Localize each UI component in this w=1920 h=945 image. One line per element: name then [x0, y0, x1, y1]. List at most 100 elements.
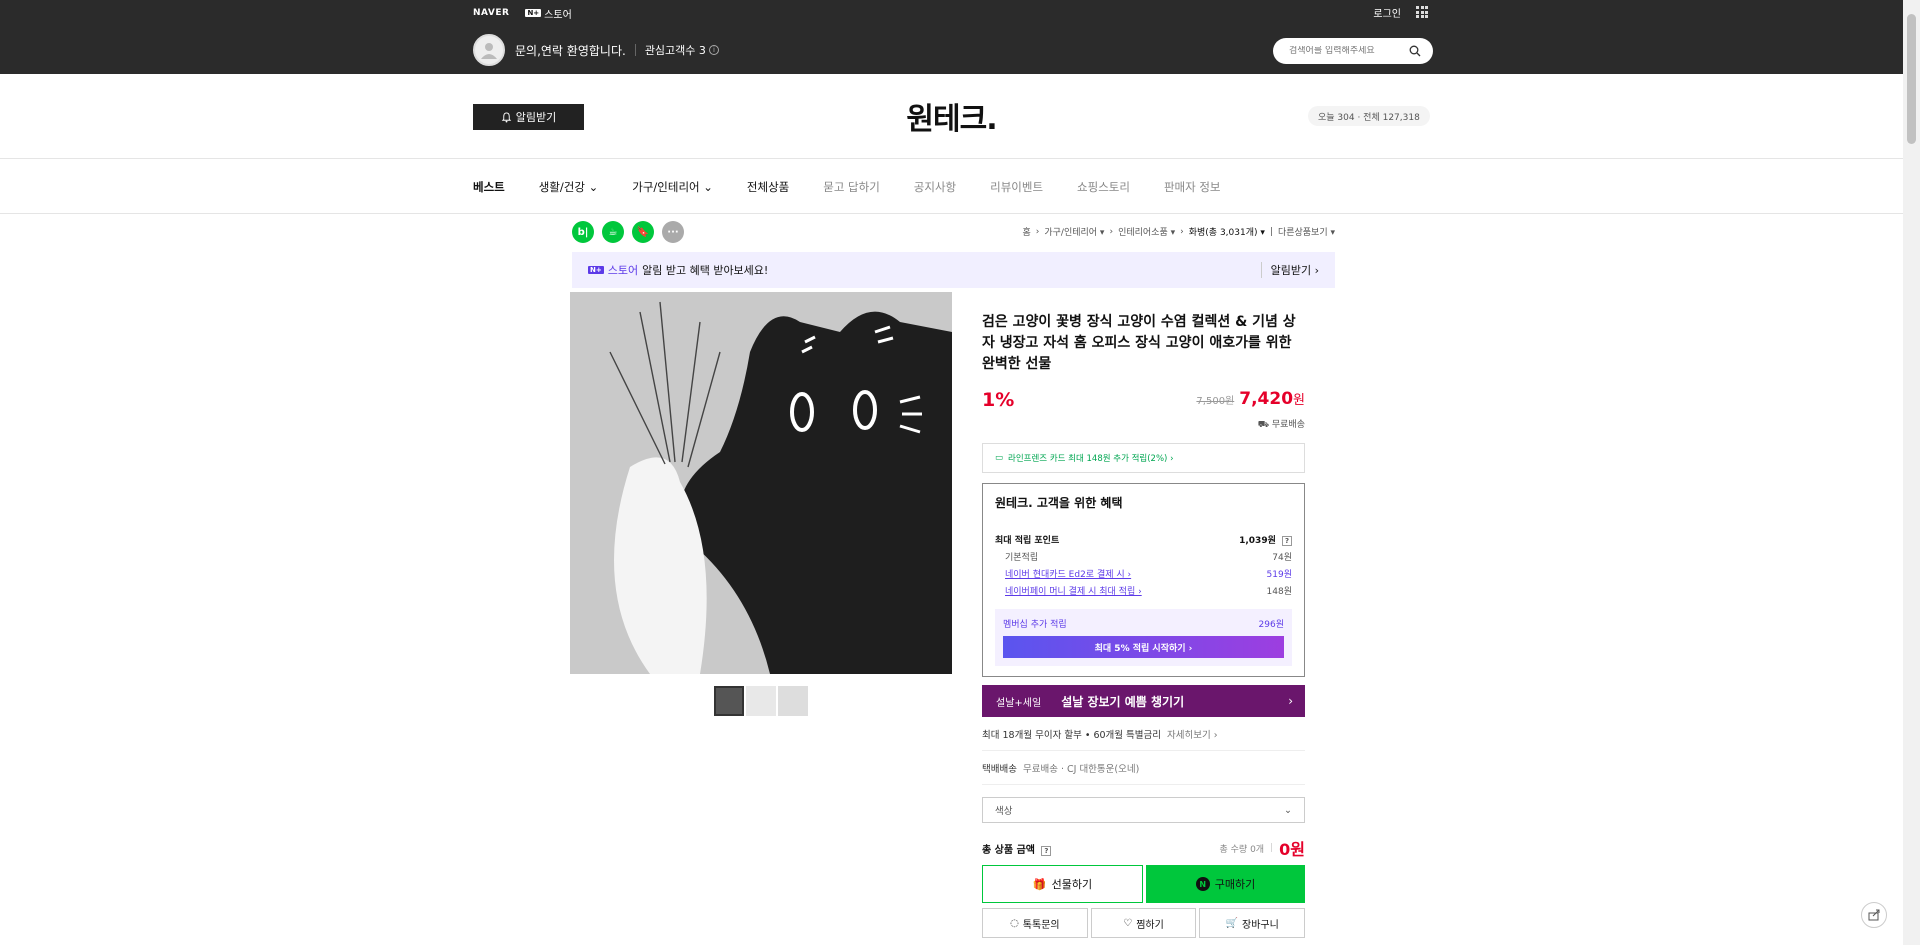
benefit-row: 네이버페이 머니 결제 시 최대 적립 › 148원: [995, 584, 1292, 597]
card-icon: ▭: [995, 453, 1004, 463]
nav-item-seller-info[interactable]: 판매자 정보: [1164, 179, 1221, 195]
nav-item-living-health[interactable]: 생활/건강 ⌄: [539, 179, 599, 195]
blog-share-icon[interactable]: b|: [572, 221, 594, 243]
scrollbar-thumb[interactable]: [1907, 14, 1916, 144]
membership-value: 296원: [1258, 620, 1284, 630]
option-placeholder: 색상: [995, 806, 1013, 817]
store-avatar[interactable]: [473, 34, 505, 66]
shipping-label: 택배배송: [982, 763, 1017, 775]
promo-store-label: 스토어: [607, 264, 639, 277]
nav-item-qna[interactable]: 묻고 답하기: [823, 179, 880, 195]
share-float-icon[interactable]: [1861, 902, 1887, 928]
promo-text: 알림 받고 혜택 받아보세요!: [642, 264, 769, 277]
product-title: 검은 고양이 꽃병 장식 고양이 수염 컬렉션 & 기념 상자 냉장고 자석 홈…: [982, 314, 1296, 372]
card-promo-text: 라인프렌즈 카드 최대 148원 추가 적립(2%) ›: [1008, 454, 1174, 464]
cat-vase-illustration: [570, 292, 952, 674]
help-icon[interactable]: ?: [1282, 536, 1292, 546]
discount-rate: 1%: [982, 389, 1015, 411]
talk-button[interactable]: ◌ 톡톡문의: [982, 908, 1088, 938]
card-promo-box[interactable]: ▭ 라인프렌즈 카드 최대 148원 추가 적립(2%) ›: [982, 443, 1305, 473]
bookmark-share-icon[interactable]: 🔖: [632, 221, 654, 243]
option-select[interactable]: 색상 ⌄: [982, 797, 1305, 823]
nav-item-shopping-story[interactable]: 쇼핑스토리: [1077, 179, 1130, 195]
product-image[interactable]: [570, 292, 952, 674]
search-icon[interactable]: [1409, 45, 1421, 57]
gift-button[interactable]: 🎁 선물하기: [982, 865, 1143, 903]
chevron-right-icon: ›: [1288, 694, 1293, 708]
chevron-down-icon: ⌄: [1284, 804, 1292, 816]
thumbnail-1[interactable]: [714, 686, 744, 716]
sale-banner[interactable]: 설날+세일 설날 장보기 예쁨 챙기기 ›: [982, 685, 1305, 717]
product-info: 검은 고양이 꽃병 장식 고양이 수염 컬렉션 & 기념 상자 냉장고 자석 홈…: [982, 312, 1306, 938]
global-nav: NAVER N+ 스토어 로그인: [473, 5, 1433, 21]
help-icon[interactable]: ?: [1041, 845, 1052, 856]
benefit-heading: 원테크. 고객을 위한 혜택: [995, 496, 1123, 510]
nav-item-all-products[interactable]: 전체상품: [747, 179, 789, 195]
wish-button[interactable]: ♡ 찜하기: [1090, 908, 1197, 938]
info-icon[interactable]: i: [708, 45, 719, 55]
store-profile-row: 문의,연락 환영합니다. 관심고객수 3 i: [473, 33, 1433, 67]
thumbnail-2[interactable]: [746, 686, 776, 716]
membership-start-button[interactable]: 최대 5% 적립 시작하기 ›: [1003, 636, 1284, 658]
total-quantity: 총 수량 0개: [1219, 844, 1265, 855]
nav-item-best[interactable]: 베스트: [473, 179, 505, 195]
total-label: 총 상품 금액: [982, 844, 1035, 856]
thumbnail-3[interactable]: [778, 686, 808, 716]
secondary-buttons: ◌ 톡톡문의 ♡ 찜하기 🛒 장바구니: [982, 908, 1306, 938]
max-point-row: 최대 적립 포인트 1,039원 ?: [995, 533, 1292, 546]
installment-text: 최대 18개월 무이자 할부 • 60개월 특별금리: [982, 729, 1161, 741]
final-price: 7,420: [1239, 389, 1294, 409]
search-box: [1273, 38, 1433, 64]
other-products-link[interactable]: 다른상품보기 ▾: [1278, 225, 1335, 238]
breadcrumb-furniture[interactable]: 가구/인테리어 ▾: [1044, 225, 1104, 238]
original-price: 7,500원: [1196, 396, 1235, 407]
naver-logo[interactable]: NAVER: [473, 8, 509, 18]
store-label: 스토어: [544, 9, 572, 21]
promo-alarm-link[interactable]: 알림받기 ›: [1260, 262, 1319, 278]
nplus-badge-icon: N+: [588, 266, 604, 274]
login-link[interactable]: 로그인: [1373, 5, 1401, 20]
nstore-link[interactable]: N+ 스토어: [525, 6, 572, 21]
share-breadcrumb-row: b| ☕ 🔖 ··· 홈 › 가구/인테리어 ▾ › 인테리어소품 ▾ › 화병…: [572, 221, 1335, 243]
benefit-row: 네이버 현대카드 Ed2로 결제 시 › 519원: [995, 567, 1292, 580]
shipping-row: 택배배송 무료배송 · CJ 대한통운(오네): [982, 751, 1305, 785]
total-amount: 0원: [1279, 840, 1305, 859]
npay-icon: N: [1195, 877, 1210, 891]
store-welcome-text: 문의,연락 환영합니다.: [515, 43, 626, 58]
delivery-info: ⛟ 무료배송: [1257, 420, 1305, 430]
scrollbar[interactable]: [1903, 0, 1920, 945]
nav-item-notice[interactable]: 공지사항: [914, 179, 956, 195]
installment-detail-link[interactable]: 자세히보기 ›: [1167, 727, 1218, 741]
sale-text: 설날 장보기 예쁨 챙기기: [1061, 694, 1185, 709]
cart-button[interactable]: 🛒 장바구니: [1199, 908, 1306, 938]
shipping-value: 무료배송 · CJ 대한통운(오네): [1022, 763, 1140, 775]
gift-icon: 🎁: [1032, 877, 1047, 891]
category-nav: 베스트 생활/건강 ⌄ 가구/인테리어 ⌄ 전체상품 묻고 답하기 공지사항 리…: [0, 159, 1903, 214]
breadcrumb-interior[interactable]: 인테리어소품 ▾: [1118, 225, 1175, 238]
benefit-row: 기본적립 74원: [1005, 553, 1292, 563]
nav-item-review-event[interactable]: 리뷰이벤트: [990, 179, 1043, 195]
naverpay-money-link[interactable]: 네이버페이 머니 결제 시 최대 적립 ›: [1005, 584, 1142, 597]
price-unit: 원: [1293, 393, 1305, 408]
promo-banner: N+ 스토어 알림 받고 혜택 받아보세요! 알림받기 ›: [572, 252, 1335, 288]
breadcrumb-home[interactable]: 홈: [1022, 225, 1030, 238]
installment-row: 최대 18개월 무이자 할부 • 60개월 특별금리 자세히보기 ›: [982, 717, 1305, 751]
store-brand[interactable]: 원테크.: [0, 94, 1903, 138]
price-row: 1% 7,500원 7,420원: [982, 389, 1305, 413]
store-header: 알림받기 원테크. 오늘 304 · 전체 127,318: [0, 74, 1903, 159]
breadcrumb: 홈 › 가구/인테리어 ▾ › 인테리어소품 ▾ › 화병(총 3,031개) …: [1022, 225, 1335, 239]
visitor-count: 오늘 304 · 전체 127,318: [1308, 106, 1430, 126]
nav-item-furniture[interactable]: 가구/인테리어 ⌄: [632, 179, 713, 195]
cafe-share-icon[interactable]: ☕: [602, 221, 624, 243]
buy-button[interactable]: N 구매하기: [1146, 865, 1305, 903]
total-row: 총 상품 금액 ? 총 수량 0개 | 0원: [982, 833, 1305, 863]
membership-label: 멤버십 추가 적립: [1003, 620, 1067, 630]
more-share-icon[interactable]: ···: [662, 221, 684, 243]
truck-icon: ⛟: [1257, 420, 1272, 430]
search-input[interactable]: [1289, 46, 1409, 56]
nplus-badge-icon: N+: [525, 9, 542, 17]
apps-grid-icon[interactable]: [1416, 6, 1428, 18]
cart-icon: 🛒: [1225, 917, 1238, 929]
hyundai-card-link[interactable]: 네이버 현대카드 Ed2로 결제 시 ›: [1005, 567, 1131, 580]
breadcrumb-vase[interactable]: 화병(총 3,031개) ▾: [1189, 225, 1265, 238]
